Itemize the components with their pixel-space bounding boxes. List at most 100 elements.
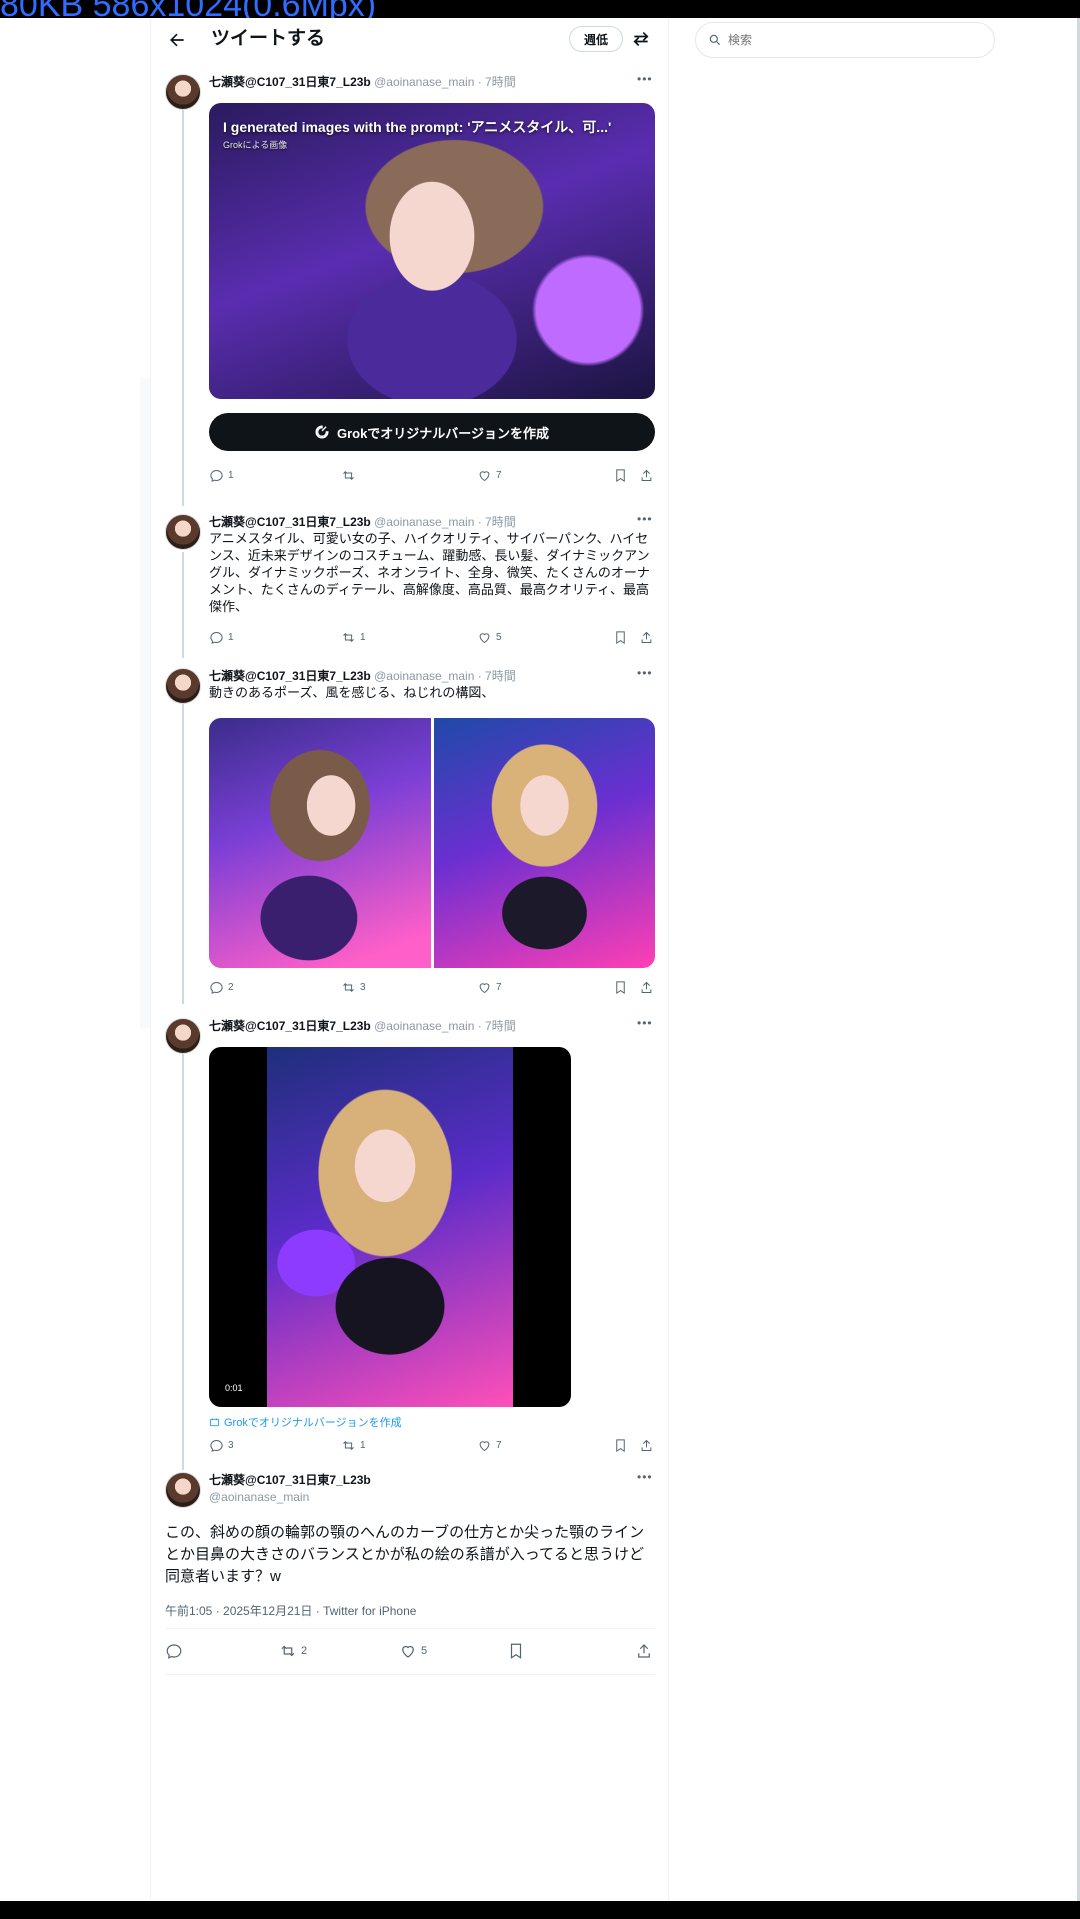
tweet-text: アニメスタイル、可愛い女の子、ハイクオリティ、サイバーパンク、ハイセンス、近未来… (209, 531, 650, 614)
tweet[interactable]: 七瀬葵@C107_31日東7_L23b @aoinanase_main · 7時… (151, 1016, 669, 1458)
bookmark-icon (616, 631, 625, 645)
more-icon[interactable]: ••• (637, 1470, 653, 1484)
tweet-meta: 七瀬葵@C107_31日東7_L23b @aoinanase_main (209, 1472, 371, 1506)
display-name[interactable]: 七瀬葵@C107_31日東7_L23b (209, 75, 371, 89)
page-header: ツイートする 週低 (151, 18, 669, 62)
tweet-actions: 3 1 7 (209, 1438, 659, 1456)
retweet-count: 3 (360, 982, 366, 993)
share-button[interactable] (639, 980, 654, 995)
like-button[interactable]: 7 (477, 1438, 502, 1453)
like-count: 5 (496, 632, 502, 643)
bookmark-button[interactable] (613, 980, 628, 995)
tweet-meta: 七瀬葵@C107_31日東7_L23b @aoinanase_main · 7時… (209, 668, 516, 684)
share-icon (641, 631, 652, 643)
header-tab-button[interactable]: 週低 (569, 26, 623, 52)
more-icon[interactable]: ••• (637, 1016, 653, 1030)
retweet-button[interactable]: 2 (279, 1642, 307, 1660)
share-button[interactable] (639, 1438, 654, 1453)
avatar[interactable] (165, 1018, 201, 1054)
retweet-icon (343, 471, 354, 480)
retweet-button[interactable]: 3 (341, 980, 366, 995)
share-icon (638, 1644, 650, 1658)
divider (165, 1674, 655, 1675)
avatar[interactable] (165, 74, 201, 110)
tweet-timestamp[interactable]: 午前1:05 · 2025年12月21日 · Twitter for iPhon… (165, 1602, 416, 1619)
display-name[interactable]: 七瀬葵@C107_31日東7_L23b (209, 1019, 371, 1033)
search-input[interactable] (728, 33, 968, 47)
tweet-image[interactable]: I generated images with the prompt: 'アニメ… (209, 103, 655, 399)
reply-button[interactable] (165, 1642, 183, 1660)
display-name[interactable]: 七瀬葵@C107_31日東7_L23b (209, 669, 371, 683)
search-box[interactable] (695, 22, 995, 58)
share-button[interactable] (639, 630, 654, 645)
bookmark-icon (616, 469, 625, 483)
like-icon (479, 983, 490, 994)
tweet[interactable]: 七瀬葵@C107_31日東7_L23b @aoinanase_main · 7時… (151, 666, 669, 1008)
retweet-button[interactable]: 1 (341, 1438, 366, 1453)
reply-icon (210, 631, 223, 644)
display-name[interactable]: 七瀬葵@C107_31日東7_L23b (209, 515, 371, 529)
reply-button[interactable]: 2 (209, 980, 234, 995)
avatar[interactable] (165, 668, 201, 704)
reply-count: 1 (228, 470, 234, 481)
more-icon[interactable]: ••• (637, 72, 653, 86)
tweet[interactable]: 七瀬葵@C107_31日東7_L23b @aoinanase_main · 7時… (151, 512, 669, 660)
more-icon[interactable]: ••• (637, 512, 653, 526)
reply-icon (210, 981, 223, 994)
share-button[interactable] (635, 1642, 653, 1660)
bottom-bar (0, 1901, 1080, 1919)
grok-create-button[interactable]: Grokでオリジナルバージョンを作成 (209, 413, 655, 451)
display-name[interactable]: 七瀬葵@C107_31日東7_L23b (209, 1472, 371, 1489)
retweet-button[interactable]: 1 (341, 630, 366, 645)
tweet-image[interactable] (209, 718, 431, 968)
bookmark-icon (616, 1439, 625, 1453)
page-title: ツイートする (211, 28, 326, 49)
reply-count: 2 (228, 982, 234, 993)
grok-create-link[interactable]: Grokでオリジナルバージョンを作成 (209, 1414, 402, 1430)
divider (165, 1628, 655, 1629)
like-button[interactable]: 5 (399, 1642, 427, 1660)
tweet[interactable]: 七瀬葵@C107_31日東7_L23b @aoinanase_main · 7時… (151, 68, 669, 498)
like-icon (479, 471, 490, 482)
bookmark-button[interactable] (613, 468, 628, 483)
focused-tweet-actions: 2 5 (165, 1642, 655, 1664)
tweet-meta: 七瀬葵@C107_31日東7_L23b @aoinanase_main · 7時… (209, 514, 516, 530)
like-icon (479, 1441, 490, 1452)
share-button[interactable] (639, 468, 654, 483)
video-frame (267, 1047, 513, 1407)
tweet-text: 動きのあるポーズ、風を感じる、ねじれの構図、 (209, 685, 495, 700)
bookmark-button[interactable] (507, 1642, 525, 1660)
video-timestamp: 0:01 (225, 1383, 243, 1393)
bookmark-button[interactable] (613, 1438, 628, 1453)
reply-count: 1 (228, 632, 234, 643)
reply-button[interactable]: 1 (209, 630, 234, 645)
reply-count: 3 (228, 1440, 234, 1451)
handle-time: @aoinanase_main · 7時間 (374, 75, 516, 89)
tweet-video[interactable]: 0:01 (209, 1047, 571, 1407)
retweet-count: 1 (360, 1440, 366, 1451)
more-icon[interactable]: ••• (637, 666, 653, 680)
media-caption: I generated images with the prompt: 'アニメ… (223, 119, 612, 135)
retweet-count: 2 (301, 1645, 308, 1657)
grok-icon (209, 1417, 220, 1426)
handle[interactable]: @aoinanase_main (209, 1489, 371, 1506)
reply-button[interactable]: 3 (209, 1438, 234, 1453)
back-arrow-icon[interactable] (167, 30, 187, 50)
like-button[interactable]: 5 (477, 630, 502, 645)
avatar[interactable] (165, 514, 201, 550)
media-subcaption: Grokによる画像 (223, 140, 288, 150)
retweet-button[interactable] (341, 468, 360, 483)
like-button[interactable]: 7 (477, 468, 502, 483)
reply-button[interactable]: 1 (209, 468, 234, 483)
swap-icon[interactable] (631, 29, 651, 49)
grok-create-link-label: Grokでオリジナルバージョンを作成 (224, 1417, 402, 1429)
image-info-banner: 80KB 586x1024(0.6Mpx) (0, 0, 1080, 18)
like-count: 7 (496, 1440, 502, 1451)
right-sidebar (668, 18, 1077, 1901)
like-button[interactable]: 7 (477, 980, 502, 995)
tweet-image[interactable] (433, 718, 655, 968)
focused-tweet: 七瀬葵@C107_31日東7_L23b @aoinanase_main ••• … (151, 1458, 669, 1688)
grok-icon (315, 425, 329, 439)
avatar[interactable] (165, 1472, 201, 1508)
bookmark-button[interactable] (613, 630, 628, 645)
